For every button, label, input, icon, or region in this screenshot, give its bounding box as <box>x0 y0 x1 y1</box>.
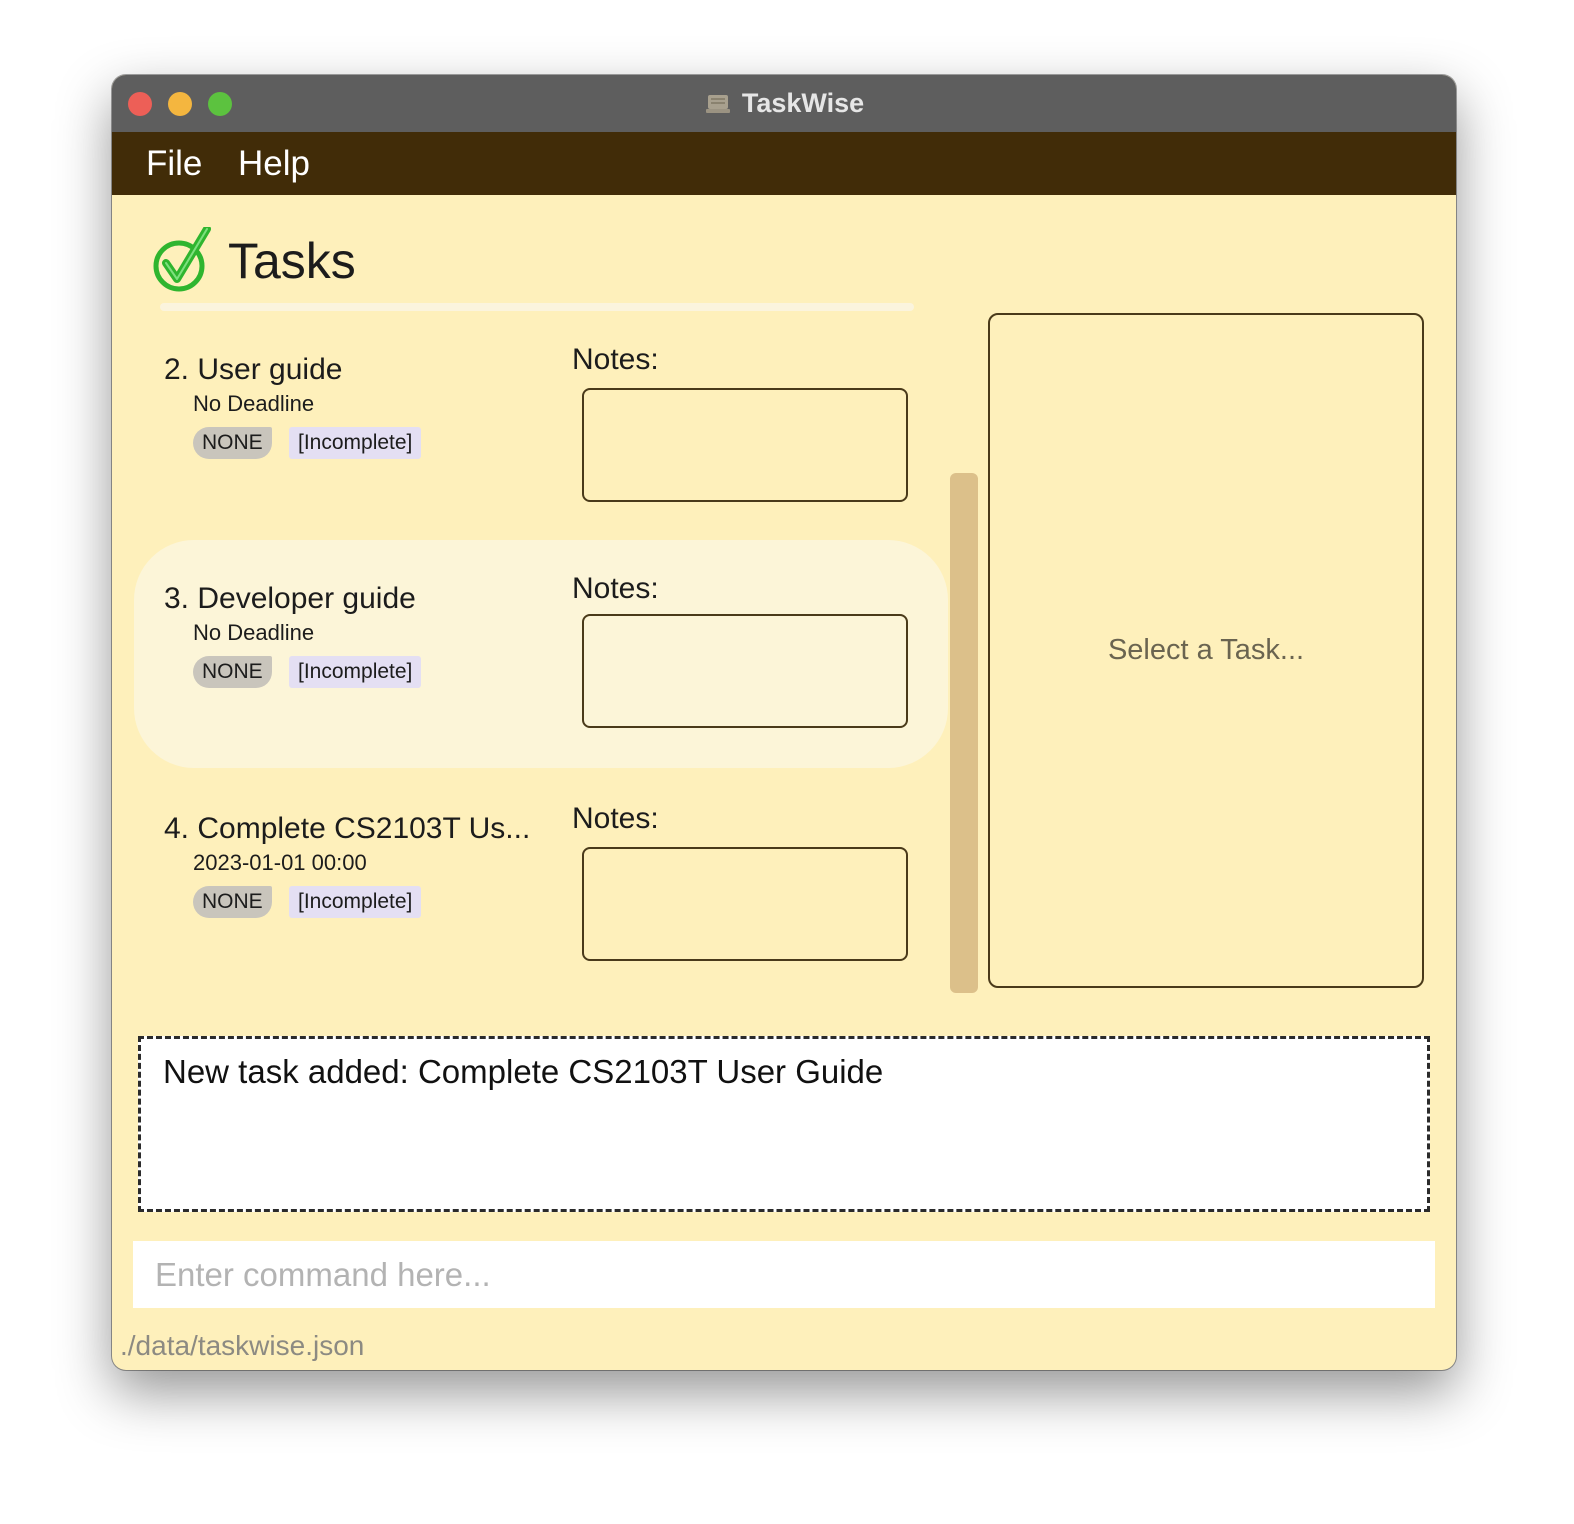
task-card[interactable]: 2. User guide No Deadline NONE [Incomple… <box>134 343 948 571</box>
window-title: TaskWise <box>741 88 865 118</box>
app-window: TaskWise File Help Tasks 2. User guide N… <box>112 75 1456 1370</box>
task-name: 4. Complete CS2103T Us... <box>164 812 531 845</box>
title-wrap: TaskWise <box>112 75 1456 132</box>
priority-tag: NONE <box>193 886 272 918</box>
notes-label: Notes: <box>572 343 659 376</box>
notes-box[interactable] <box>582 614 908 728</box>
notes-box[interactable] <box>582 388 908 502</box>
notes-box[interactable] <box>582 847 908 961</box>
command-input[interactable] <box>133 1241 1435 1308</box>
task-list-scrollbar[interactable] <box>950 473 978 993</box>
header-divider <box>160 303 914 311</box>
tasks-title: Tasks <box>228 233 356 289</box>
task-deadline: 2023-01-01 00:00 <box>193 850 367 875</box>
task-deadline: No Deadline <box>193 391 315 416</box>
status-bar-path: ./data/taskwise.json <box>120 1330 365 1361</box>
detail-placeholder: Select a Task... <box>1107 634 1305 666</box>
task-name: 3. Developer guide <box>164 582 416 615</box>
task-detail-panel: Select a Task... <box>988 313 1424 988</box>
priority-tag: NONE <box>193 656 272 688</box>
task-card-selected[interactable]: 3. Developer guide No Deadline NONE [Inc… <box>134 540 948 768</box>
notes-label: Notes: <box>572 802 659 835</box>
menu-help[interactable]: Help <box>238 144 310 184</box>
notes-label: Notes: <box>572 572 659 605</box>
task-card[interactable]: 4. Complete CS2103T Us... 2023-01-01 00:… <box>134 802 948 1030</box>
status-tag: [Incomplete] <box>289 656 422 688</box>
result-display: New task added: Complete CS2103T User Gu… <box>138 1036 1430 1212</box>
menu-file[interactable]: File <box>146 144 202 184</box>
green-check-icon <box>153 227 211 292</box>
status-tag: [Incomplete] <box>289 886 422 918</box>
status-tag: [Incomplete] <box>289 427 422 459</box>
priority-tag: NONE <box>193 427 272 459</box>
taskwise-app-icon <box>705 94 730 113</box>
task-deadline: No Deadline <box>193 620 315 645</box>
task-name: 2. User guide <box>164 353 343 386</box>
menu-bar: File Help <box>112 132 1456 195</box>
title-bar[interactable]: TaskWise <box>112 75 1456 133</box>
result-text: New task added: Complete CS2103T User Gu… <box>163 1053 884 1090</box>
